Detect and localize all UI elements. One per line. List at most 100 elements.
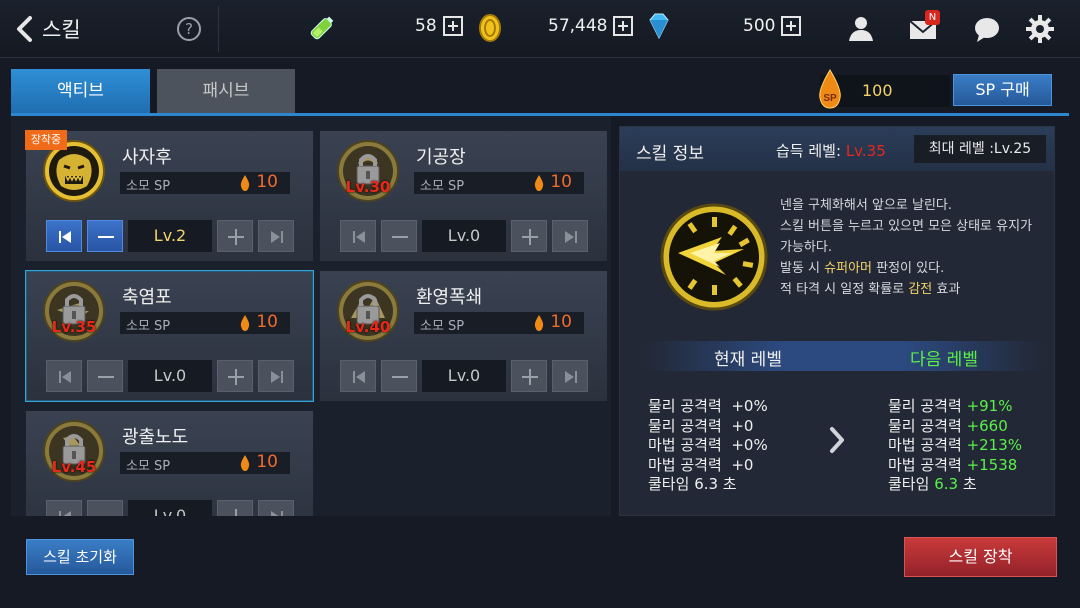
- sp-drop-icon: SP: [819, 69, 841, 109]
- friends-icon[interactable]: [845, 13, 877, 45]
- level-max-button[interactable]: [552, 220, 588, 252]
- level-max-button[interactable]: [552, 360, 588, 392]
- level-max-button[interactable]: [258, 360, 294, 392]
- level-up-button[interactable]: [217, 500, 253, 516]
- minus-icon: [392, 236, 408, 238]
- tab-active[interactable]: 액티브: [11, 69, 150, 114]
- level-min-button[interactable]: [46, 500, 82, 516]
- skill-icon-wrap: Lv.35: [43, 280, 105, 342]
- sp-cost-row: 소모 SP 10: [120, 172, 290, 194]
- skill-name: 사자후: [122, 147, 172, 168]
- level-controls: Lv.0: [340, 360, 590, 392]
- skill-card-1[interactable]: 장착중 사자후 소모 SP 10 Lv.2: [25, 130, 314, 262]
- current-stats: 물리 공격력 +0% 물리 공격력 +0 마법 공격력 +0% 마법 공격력 +…: [648, 397, 768, 495]
- page-title: 스킬: [42, 18, 81, 42]
- unlock-level: Lv.30: [345, 178, 391, 196]
- help-icon[interactable]: ?: [177, 17, 201, 41]
- skill-name: 축염포: [122, 287, 172, 308]
- settings-icon[interactable]: [1024, 13, 1056, 45]
- skill-description: 넨을 구체화해서 앞으로 날린다. 스킬 버튼을 누르고 있으면 모은 상태로 …: [780, 195, 1050, 300]
- sp-drop-label: SP: [823, 93, 837, 104]
- level-down-button[interactable]: [87, 220, 123, 252]
- skill-name: 환영폭쇄: [416, 287, 483, 308]
- skill-equip-button[interactable]: 스킬 장착: [904, 537, 1057, 577]
- skip-last-icon: [271, 231, 283, 243]
- level-controls: Lv.0: [46, 360, 296, 392]
- sp-cost-label: 소모 SP: [420, 179, 465, 194]
- current-level-label: 현재 레벨: [714, 350, 782, 370]
- max-level: 최대 레벨 :Lv.25: [914, 135, 1046, 163]
- skill-level: Lv.0: [128, 360, 212, 392]
- gold-plus-button[interactable]: [613, 16, 634, 36]
- equipped-badge: 장착중: [25, 130, 67, 150]
- chat-icon[interactable]: [971, 13, 1003, 45]
- level-down-button[interactable]: [381, 360, 417, 392]
- mail-new-badge: N: [925, 10, 940, 25]
- unlock-level: Lv.35: [51, 318, 97, 336]
- level-min-button[interactable]: [46, 220, 82, 252]
- level-down-button[interactable]: [381, 220, 417, 252]
- level-up-button[interactable]: [511, 360, 547, 392]
- sp-cost-value: 10: [550, 172, 572, 192]
- stamina-value: 58: [415, 16, 437, 36]
- flame-icon: [534, 315, 544, 331]
- stat-row: 마법 공격력 +213%: [888, 436, 1023, 454]
- level-down-button[interactable]: [87, 360, 123, 392]
- level-controls: Lv.0: [46, 500, 296, 516]
- level-min-button[interactable]: [340, 220, 376, 252]
- tab-passive[interactable]: 패시브: [157, 69, 295, 114]
- skill-icon-wrap: Lv.30: [337, 140, 399, 202]
- level-min-button[interactable]: [46, 360, 82, 392]
- sp-cost-row: 소모 SP 10: [120, 312, 290, 334]
- chevron-right-icon: [830, 427, 844, 453]
- next-level-label: 다음 레벨: [910, 350, 978, 370]
- gold-counter: 57,448: [548, 16, 634, 36]
- skill-name: 기공장: [416, 147, 466, 168]
- skill-info-panel: 스킬 정보 습득 레벨: Lv.35 최대 레벨 :Lv.25 넨을 구체화해서…: [619, 126, 1055, 516]
- skill-card-2[interactable]: Lv.30 기공장 소모 SP 10 Lv.0: [319, 130, 608, 262]
- gem-plus-button[interactable]: [781, 16, 802, 36]
- level-controls: Lv.0: [340, 220, 590, 252]
- unlock-level: Lv.45: [51, 458, 97, 476]
- skill-name: 광출노도: [122, 427, 189, 448]
- level-up-button[interactable]: [217, 360, 253, 392]
- back-button[interactable]: 스킬: [14, 14, 81, 44]
- level-max-button[interactable]: [258, 500, 294, 516]
- flame-icon: [534, 175, 544, 191]
- flame-icon: [240, 175, 250, 191]
- minus-icon: [98, 376, 114, 378]
- stat-row: 쿨타임 6.3 초: [648, 475, 737, 493]
- level-down-button[interactable]: [87, 500, 123, 516]
- sp-cost-row: 소모 SP 10: [120, 452, 290, 474]
- sp-value: 100: [862, 81, 893, 100]
- desc-line: 적 타격 시 일정 확률로 감전 효과: [780, 282, 961, 297]
- sp-cost-row: 소모 SP 10: [414, 172, 584, 194]
- chevron-left-icon: [17, 16, 32, 42]
- sp-cost-value: 10: [256, 452, 278, 472]
- skip-first-icon: [59, 371, 71, 383]
- skip-first-icon: [353, 231, 365, 243]
- stat-row: 물리 공격력 +0%: [648, 397, 768, 415]
- level-min-button[interactable]: [340, 360, 376, 392]
- skip-last-icon: [271, 371, 283, 383]
- sp-cost-value: 10: [256, 172, 278, 192]
- super-armor-highlight: 슈퍼아머: [824, 261, 872, 276]
- level-up-button[interactable]: [217, 220, 253, 252]
- skill-card-3[interactable]: Lv.35 축염포 소모 SP 10 Lv.0: [25, 270, 314, 402]
- skip-last-icon: [565, 371, 577, 383]
- skill-level: Lv.0: [422, 220, 506, 252]
- stat-row: 쿨타임 6.3 초: [888, 475, 977, 493]
- gem-counter: 500: [743, 16, 802, 36]
- sp-buy-button[interactable]: SP 구매: [953, 74, 1052, 106]
- skip-first-icon: [59, 231, 71, 243]
- skill-list[interactable]: 장착중 사자후 소모 SP 10 Lv.2 Lv.30 기공장 소모 SP 10…: [11, 116, 611, 516]
- skill-reset-button[interactable]: 스킬 초기화: [26, 539, 134, 575]
- flame-icon: [240, 455, 250, 471]
- stamina-plus-button[interactable]: [442, 16, 463, 36]
- sp-cost-value: 10: [550, 312, 572, 332]
- skill-card-4[interactable]: Lv.40 환영폭쇄 소모 SP 10 Lv.0: [319, 270, 608, 402]
- skill-card-5[interactable]: Lv.45 광출노도 소모 SP 10 Lv.0: [25, 410, 314, 516]
- level-max-button[interactable]: [258, 220, 294, 252]
- acquire-level: 습득 레벨: Lv.35: [776, 140, 886, 161]
- level-up-button[interactable]: [511, 220, 547, 252]
